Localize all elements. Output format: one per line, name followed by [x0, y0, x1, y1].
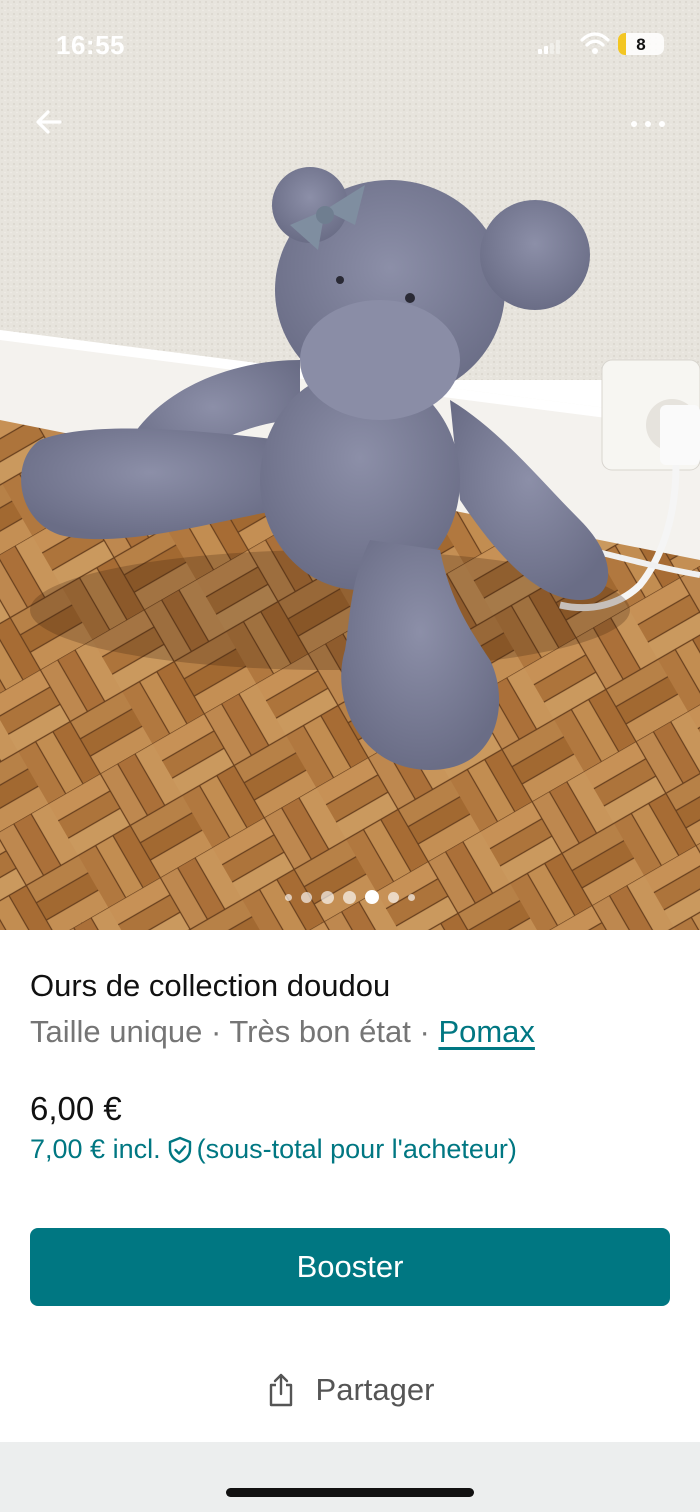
listing-size: Taille unique	[30, 1014, 203, 1049]
buyer-price-prefix: 7,00 € incl.	[30, 1134, 161, 1164]
buyer-price-suffix: (sous-total pour l'acheteur)	[196, 1134, 517, 1164]
listing-condition: Très bon état	[229, 1014, 411, 1049]
product-photo[interactable]	[0, 0, 700, 930]
gallery-dot[interactable]	[343, 890, 356, 904]
gallery-dot[interactable]	[408, 893, 415, 901]
buyer-price-link[interactable]: 7,00 € incl. (sous-total pour l'acheteur…	[30, 1134, 517, 1165]
back-button[interactable]	[30, 102, 70, 142]
wifi-icon	[580, 32, 610, 54]
booster-button[interactable]: Booster	[30, 1228, 670, 1306]
teddy-bear-photo	[0, 0, 700, 930]
status-bar: 16:55 8	[0, 0, 700, 90]
item-price: 6,00 €	[30, 1090, 122, 1127]
meta-separator: ·	[410, 1014, 439, 1049]
booster-label: Booster	[296, 1249, 404, 1284]
more-dots-icon	[631, 121, 665, 127]
listing-title: Ours de collection doudou	[30, 968, 391, 1003]
listing-meta: Taille unique · Très bon état · Pomax	[30, 1014, 535, 1050]
gallery-dot[interactable]	[301, 891, 312, 903]
shield-check-icon	[168, 1136, 191, 1163]
cellular-signal-icon	[538, 40, 560, 54]
battery-icon: 8	[618, 33, 664, 55]
gallery-dot[interactable]	[388, 891, 399, 903]
gallery-dot[interactable]	[321, 890, 334, 904]
battery-level: 8	[636, 35, 646, 54]
home-indicator[interactable]	[226, 1488, 474, 1497]
share-icon	[269, 1373, 292, 1407]
gallery-dot[interactable]	[285, 893, 292, 901]
more-options-button[interactable]	[624, 106, 672, 142]
status-time: 16:55	[56, 30, 125, 60]
gallery-dot-active[interactable]	[365, 890, 379, 904]
share-label: Partager	[315, 1372, 435, 1407]
seller-link[interactable]: Pomax	[438, 1014, 534, 1049]
gallery-pagination	[0, 887, 700, 907]
bottom-bar	[0, 1442, 700, 1512]
arrow-left-icon	[36, 110, 62, 134]
meta-separator: ·	[202, 1014, 230, 1049]
listing-info: Ours de collection doudou Taille unique …	[0, 930, 700, 1442]
share-button[interactable]: Partager	[0, 1370, 700, 1410]
